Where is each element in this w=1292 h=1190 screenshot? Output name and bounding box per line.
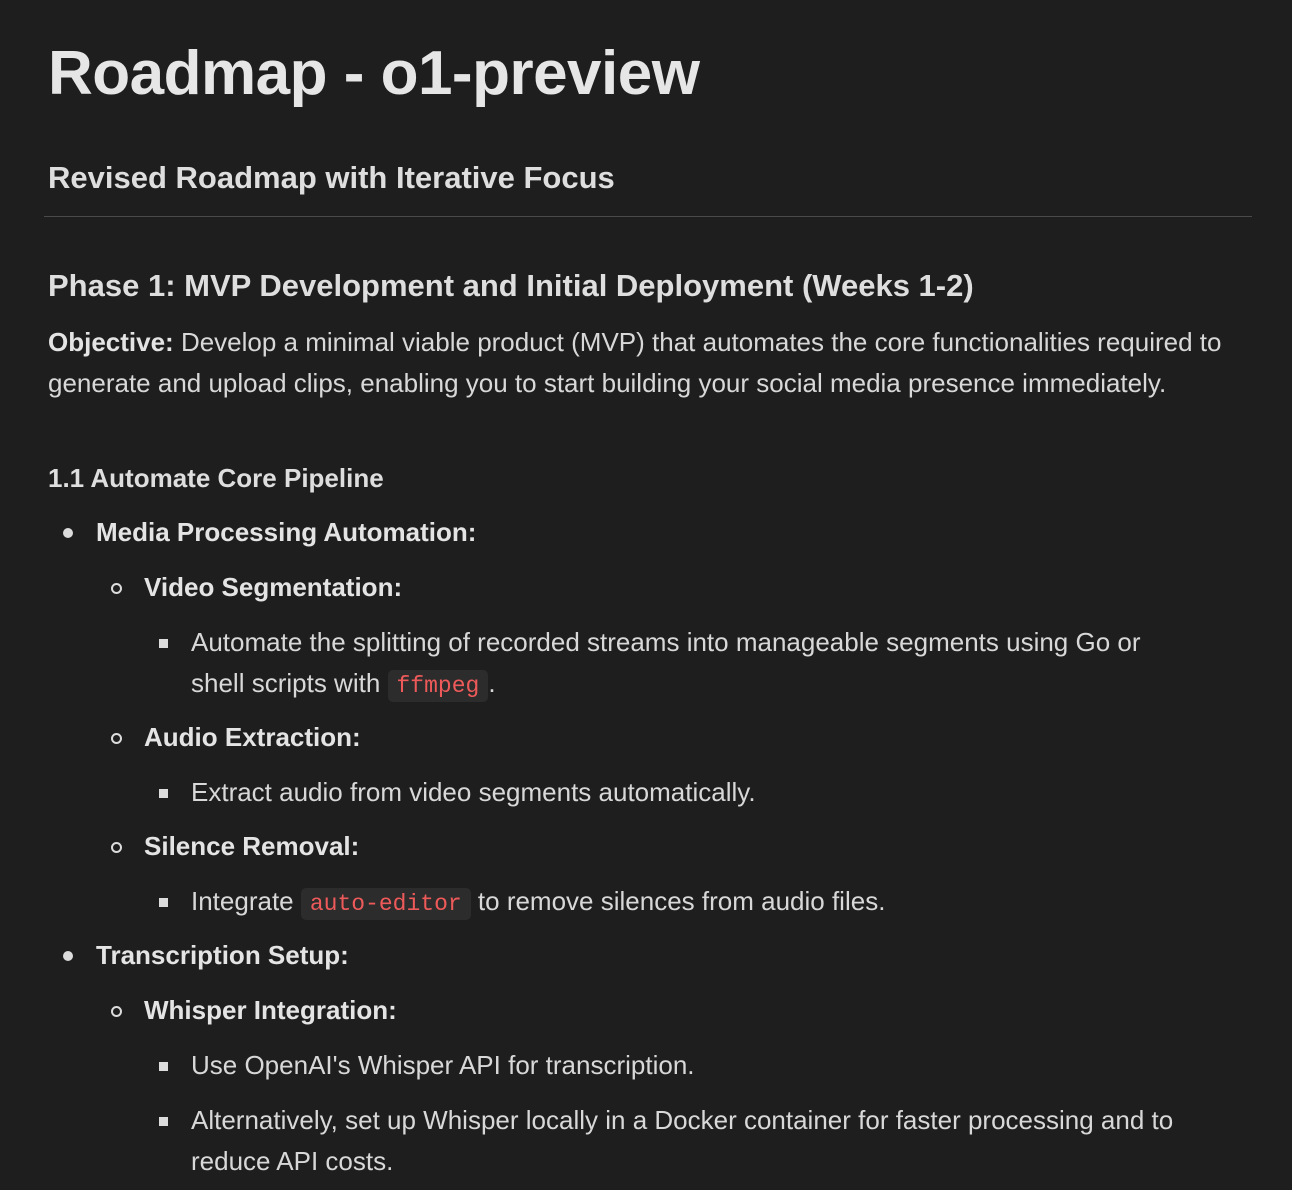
list-item-label: Whisper Integration:	[144, 995, 397, 1025]
list-item-text: Alternatively, set up Whisper locally in…	[191, 1100, 1173, 1141]
inline-code: auto-editor	[300, 888, 471, 920]
disc-bullet-icon	[63, 528, 73, 538]
list-item-label: Transcription Setup:	[96, 940, 349, 970]
document-page: Roadmap - o1-preview Revised Roadmap wit…	[0, 0, 1292, 1190]
circle-bullet-icon	[111, 1006, 122, 1017]
list-item-text-line: .	[488, 668, 496, 698]
list-item-text: Extract audio from video segments automa…	[191, 772, 756, 813]
list-item-text: reduce API costs.	[191, 1141, 393, 1182]
list-item-transcription: Transcription Setup:	[96, 935, 349, 976]
circle-bullet-icon	[111, 733, 122, 744]
list-item-label: Video Segmentation:	[144, 572, 403, 602]
list-item-text: Integrate auto-editor to remove silences…	[191, 881, 885, 925]
objective-label: Objective:	[48, 327, 174, 357]
disc-bullet-icon	[63, 951, 73, 961]
list-item-text-line: Extract audio from video segments automa…	[191, 777, 756, 807]
circle-bullet-icon	[111, 583, 122, 594]
list-item-label: Media Processing Automation:	[96, 517, 477, 547]
list-item-whisper: Whisper Integration:	[144, 990, 397, 1031]
section-heading: 1.1 Automate Core Pipeline	[48, 463, 384, 493]
square-bullet-icon	[159, 639, 168, 648]
list-item-text-line: Alternatively, set up Whisper locally in…	[191, 1105, 1174, 1135]
page-title: Roadmap - o1-preview	[48, 39, 700, 108]
horizontal-rule	[44, 216, 1252, 217]
list-item-text-line: Use OpenAI's Whisper API for transcripti…	[191, 1050, 695, 1080]
list-item-label: Silence Removal:	[144, 831, 360, 861]
square-bullet-icon	[159, 789, 168, 798]
list-item-text: Automate the splitting of recorded strea…	[191, 622, 1141, 663]
circle-bullet-icon	[111, 842, 122, 853]
list-item-label: Audio Extraction:	[144, 722, 361, 752]
square-bullet-icon	[159, 898, 168, 907]
list-item-text-line: reduce API costs.	[191, 1146, 394, 1176]
phase-heading: Phase 1: MVP Development and Initial Dep…	[48, 268, 974, 303]
inline-code: ffmpeg	[387, 670, 489, 702]
square-bullet-icon	[159, 1062, 168, 1071]
list-item-text-line: to remove silences from audio files.	[470, 886, 886, 916]
list-item-text-line: shell scripts with	[191, 668, 388, 698]
page-subtitle: Revised Roadmap with Iterative Focus	[48, 160, 615, 195]
list-item-silence-removal: Silence Removal:	[144, 826, 359, 867]
list-item-video-segmentation: Video Segmentation:	[144, 567, 402, 608]
list-item-audio-extraction: Audio Extraction:	[144, 717, 361, 758]
list-item-text: Use OpenAI's Whisper API for transcripti…	[191, 1045, 695, 1086]
list-item-media: Media Processing Automation:	[96, 512, 476, 553]
objective-text: Develop a minimal viable product (MVP) t…	[48, 327, 1222, 398]
list-item-text: shell scripts with ffmpeg.	[191, 663, 496, 707]
square-bullet-icon	[159, 1117, 168, 1126]
list-item-text-line: Integrate	[191, 886, 301, 916]
list-item-text-line: Automate the splitting of recorded strea…	[191, 627, 1141, 657]
objective-paragraph: Objective: Develop a minimal viable prod…	[48, 322, 1252, 404]
